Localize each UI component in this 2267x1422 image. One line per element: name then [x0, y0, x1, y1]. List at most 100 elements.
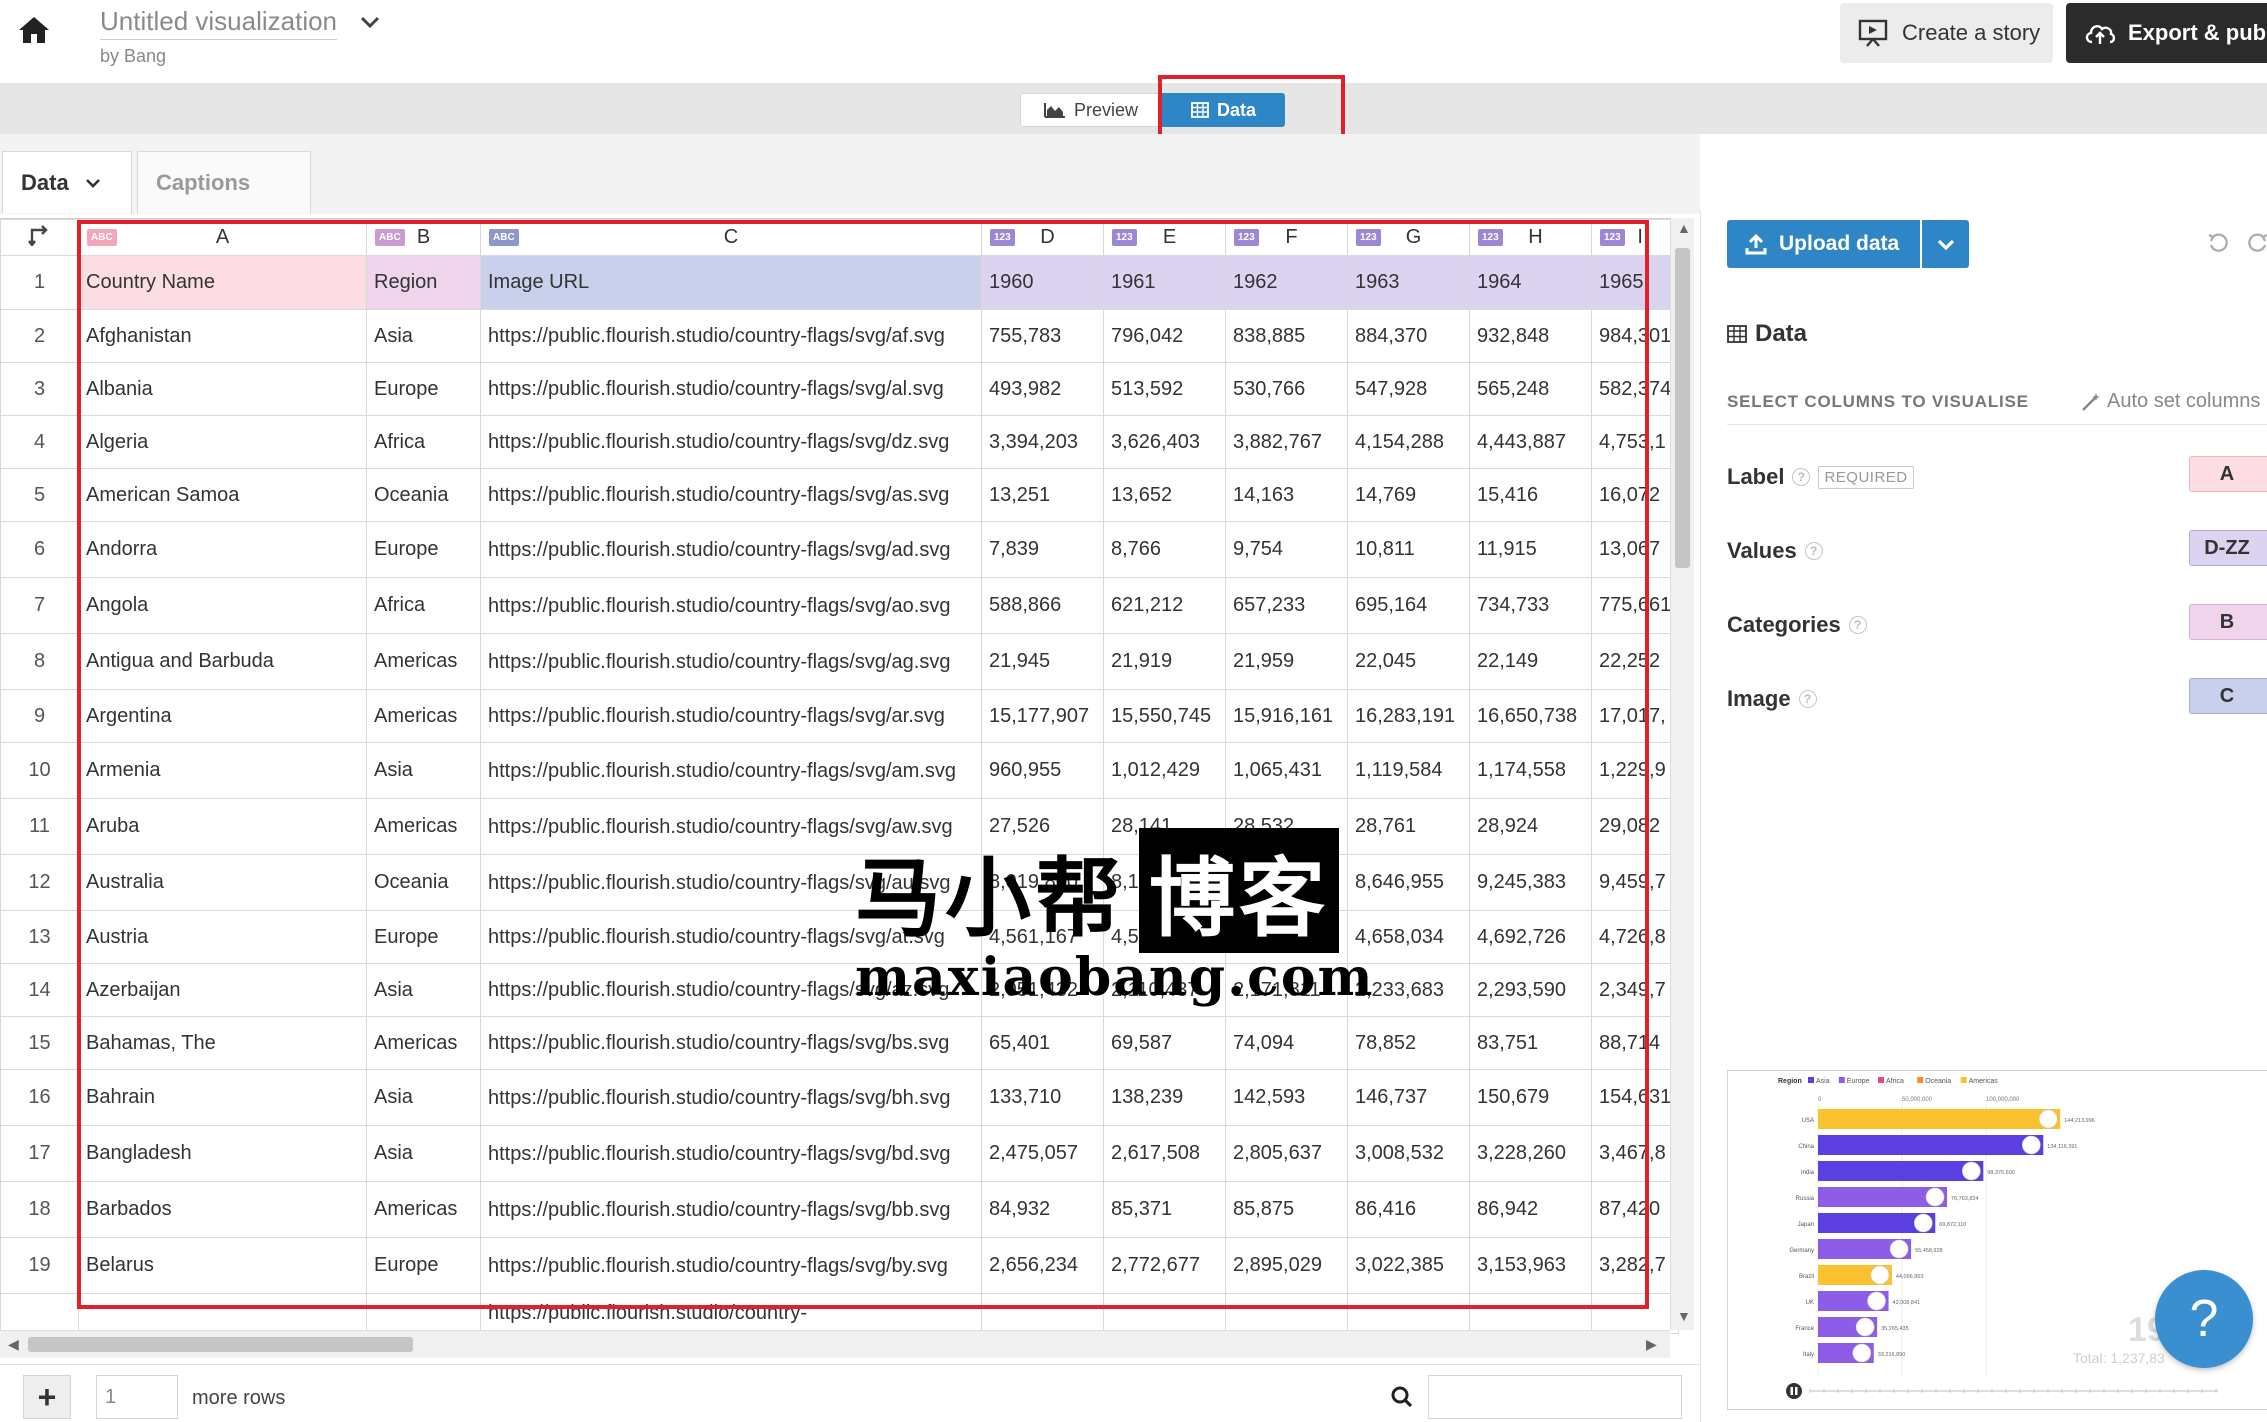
row-number[interactable]: 15: [0, 1016, 79, 1070]
header-cell[interactable]: 1965: [1590, 255, 1680, 310]
table-cell[interactable]: 85,371: [1103, 1181, 1226, 1238]
row-number[interactable]: 10: [0, 742, 79, 799]
table-cell[interactable]: 142,593: [1225, 1069, 1348, 1126]
scroll-right-icon[interactable]: ▶: [1646, 1336, 1657, 1353]
table-cell[interactable]: Europe: [366, 362, 481, 416]
horizontal-scroll-thumb[interactable]: [28, 1337, 413, 1352]
table-cell[interactable]: 796,042: [1103, 309, 1226, 363]
table-cell[interactable]: 695,164: [1347, 577, 1470, 634]
table-cell[interactable]: 22,252: [1590, 633, 1680, 690]
vertical-scrollbar[interactable]: ▲ ▼: [1670, 218, 1694, 1330]
table-cell[interactable]: 3,153,963: [1469, 1237, 1592, 1294]
table-cell[interactable]: Asia: [366, 309, 481, 363]
binding-column-input[interactable]: C: [2189, 678, 2267, 714]
table-cell[interactable]: https://public.flourish.studio/country-f…: [480, 1069, 982, 1126]
table-cell[interactable]: 2,051,432: [981, 963, 1104, 1017]
table-cell[interactable]: 3,626,403: [1103, 415, 1226, 469]
grid-corner[interactable]: [0, 219, 79, 256]
row-number[interactable]: 19: [0, 1237, 79, 1294]
table-cell[interactable]: https://public.flourish.studio/country-f…: [480, 689, 982, 743]
table-cell[interactable]: 530,766: [1225, 362, 1348, 416]
row-number[interactable]: 8: [0, 633, 79, 690]
table-cell[interactable]: 1,174,558: [1469, 742, 1592, 799]
header-cell[interactable]: 1960: [981, 255, 1104, 310]
table-cell[interactable]: 28,141: [1103, 798, 1226, 855]
table-cell[interactable]: https://public.flourish.studio/country-f…: [480, 362, 982, 416]
table-cell[interactable]: [981, 1293, 1104, 1334]
column-header-e[interactable]: 123 E: [1103, 219, 1226, 256]
create-story-button[interactable]: Create a story: [1840, 3, 2053, 63]
table-cell[interactable]: 86,942: [1469, 1181, 1592, 1238]
row-number[interactable]: 5: [0, 468, 79, 522]
header-cell[interactable]: Country Name: [78, 255, 367, 310]
binding-column-input[interactable]: D-ZZ: [2189, 530, 2267, 566]
horizontal-scrollbar[interactable]: ◀ ▶: [0, 1330, 1670, 1358]
table-cell[interactable]: 1,229,9: [1590, 742, 1680, 799]
table-cell[interactable]: https://public.flourish.studio/country-f…: [480, 798, 982, 855]
scroll-left-icon[interactable]: ◀: [8, 1336, 19, 1353]
table-cell[interactable]: 88,714: [1590, 1016, 1680, 1070]
table-cell[interactable]: Oceania: [366, 854, 481, 911]
table-cell[interactable]: 493,982: [981, 362, 1104, 416]
table-cell[interactable]: 2,110,437: [1103, 963, 1226, 1017]
table-cell[interactable]: Americas: [366, 1016, 481, 1070]
help-icon[interactable]: ?: [1792, 468, 1811, 486]
row-number[interactable]: 14: [0, 963, 79, 1017]
table-cell[interactable]: 2,171,811: [1225, 963, 1348, 1017]
table-cell[interactable]: 4,443,887: [1469, 415, 1592, 469]
table-cell[interactable]: 86,416: [1347, 1181, 1470, 1238]
table-cell[interactable]: Algeria: [78, 415, 367, 469]
table-cell[interactable]: 2,772,677: [1103, 1237, 1226, 1294]
table-cell[interactable]: Afghanistan: [78, 309, 367, 363]
table-cell[interactable]: Americas: [366, 689, 481, 743]
table-cell[interactable]: 960,955: [981, 742, 1104, 799]
table-cell[interactable]: 3,008,532: [1347, 1125, 1470, 1182]
upload-options-button[interactable]: [1922, 220, 1969, 268]
table-cell[interactable]: 21,919: [1103, 633, 1226, 690]
table-cell[interactable]: 1,119,584: [1347, 742, 1470, 799]
preview-mode-button[interactable]: Preview: [1020, 93, 1162, 127]
table-cell[interactable]: https://public.flourish.studio/country-f…: [480, 854, 982, 911]
rows-count-input[interactable]: [96, 1375, 178, 1419]
table-cell[interactable]: 16,650,738: [1469, 689, 1592, 743]
table-cell[interactable]: Aruba: [78, 798, 367, 855]
table-cell[interactable]: 8,019,800: [981, 854, 1104, 911]
table-cell[interactable]: 85,875: [1225, 1181, 1348, 1238]
table-cell[interactable]: Asia: [366, 1125, 481, 1182]
table-cell[interactable]: Europe: [366, 521, 481, 578]
table-cell[interactable]: 582,374: [1590, 362, 1680, 416]
table-cell[interactable]: 4,592,914: [1103, 910, 1226, 964]
table-cell[interactable]: [1590, 1293, 1680, 1334]
table-cell[interactable]: 2,895,029: [1225, 1237, 1348, 1294]
table-cell[interactable]: 28,761: [1347, 798, 1470, 855]
table-cell[interactable]: 838,885: [1225, 309, 1348, 363]
column-header-g[interactable]: 123 G: [1347, 219, 1470, 256]
table-cell[interactable]: 27,526: [981, 798, 1104, 855]
table-cell[interactable]: Armenia: [78, 742, 367, 799]
header-cell[interactable]: Image URL: [480, 255, 982, 310]
table-cell[interactable]: 2,805,637: [1225, 1125, 1348, 1182]
table-cell[interactable]: 16,283,191: [1347, 689, 1470, 743]
table-cell[interactable]: 547,928: [1347, 362, 1470, 416]
table-cell[interactable]: 3,228,260: [1469, 1125, 1592, 1182]
table-cell[interactable]: Bangladesh: [78, 1125, 367, 1182]
table-cell[interactable]: 2,233,683: [1347, 963, 1470, 1017]
table-cell[interactable]: American Samoa: [78, 468, 367, 522]
table-cell[interactable]: 734,733: [1469, 577, 1592, 634]
table-cell[interactable]: 1,012,429: [1103, 742, 1226, 799]
table-cell[interactable]: 83,751: [1469, 1016, 1592, 1070]
binding-column-input[interactable]: A: [2189, 456, 2267, 492]
row-number[interactable]: 2: [0, 309, 79, 363]
column-header-b[interactable]: ABC B: [366, 219, 481, 256]
table-cell[interactable]: 775,661: [1590, 577, 1680, 634]
table-cell[interactable]: Americas: [366, 633, 481, 690]
row-number[interactable]: 13: [0, 910, 79, 964]
table-cell[interactable]: 13,067: [1590, 521, 1680, 578]
add-rows-button[interactable]: +: [23, 1375, 71, 1419]
table-cell[interactable]: https://public.flourish.studio/country-f…: [480, 963, 982, 1017]
help-icon[interactable]: ?: [1804, 542, 1823, 560]
table-cell[interactable]: Albania: [78, 362, 367, 416]
table-cell[interactable]: [1103, 1293, 1226, 1334]
table-cell[interactable]: https://public.flourish.studio/country-f…: [480, 910, 982, 964]
table-cell[interactable]: 15,177,907: [981, 689, 1104, 743]
